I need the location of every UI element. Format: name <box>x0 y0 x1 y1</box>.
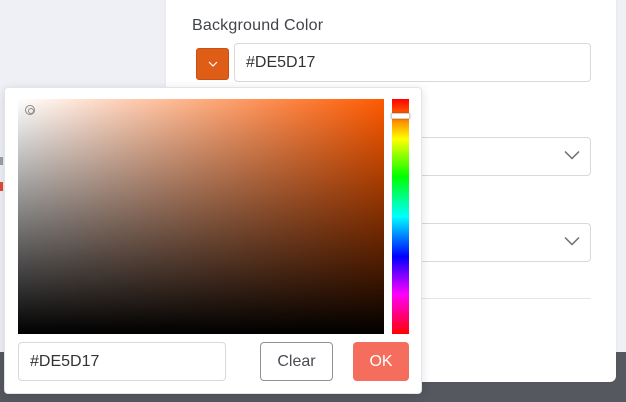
clear-button[interactable]: Clear <box>260 342 333 381</box>
picker-hex-input[interactable]: #DE5D17 <box>18 342 226 381</box>
background-mark <box>0 157 3 165</box>
saturation-value-area[interactable] <box>18 99 384 334</box>
chevron-down-icon <box>208 61 217 67</box>
background-error-mark <box>0 182 3 191</box>
background-color-input[interactable]: #DE5D17 <box>234 43 591 82</box>
background-color-label: Background Color <box>192 17 324 34</box>
ok-button[interactable]: OK <box>353 342 409 381</box>
hue-slider[interactable] <box>391 99 410 334</box>
hue-slider-thumb[interactable] <box>391 113 410 119</box>
select-dropdown-1[interactable] <box>400 137 591 176</box>
chevron-down-icon <box>564 150 580 160</box>
chevron-down-icon <box>564 236 580 246</box>
color-picker-popup: #DE5D17 Clear OK <box>4 87 422 394</box>
section-divider <box>410 298 591 299</box>
select-dropdown-2[interactable] <box>400 223 591 262</box>
saturation-value-cursor[interactable] <box>25 105 35 115</box>
color-swatch-button[interactable] <box>196 48 229 80</box>
